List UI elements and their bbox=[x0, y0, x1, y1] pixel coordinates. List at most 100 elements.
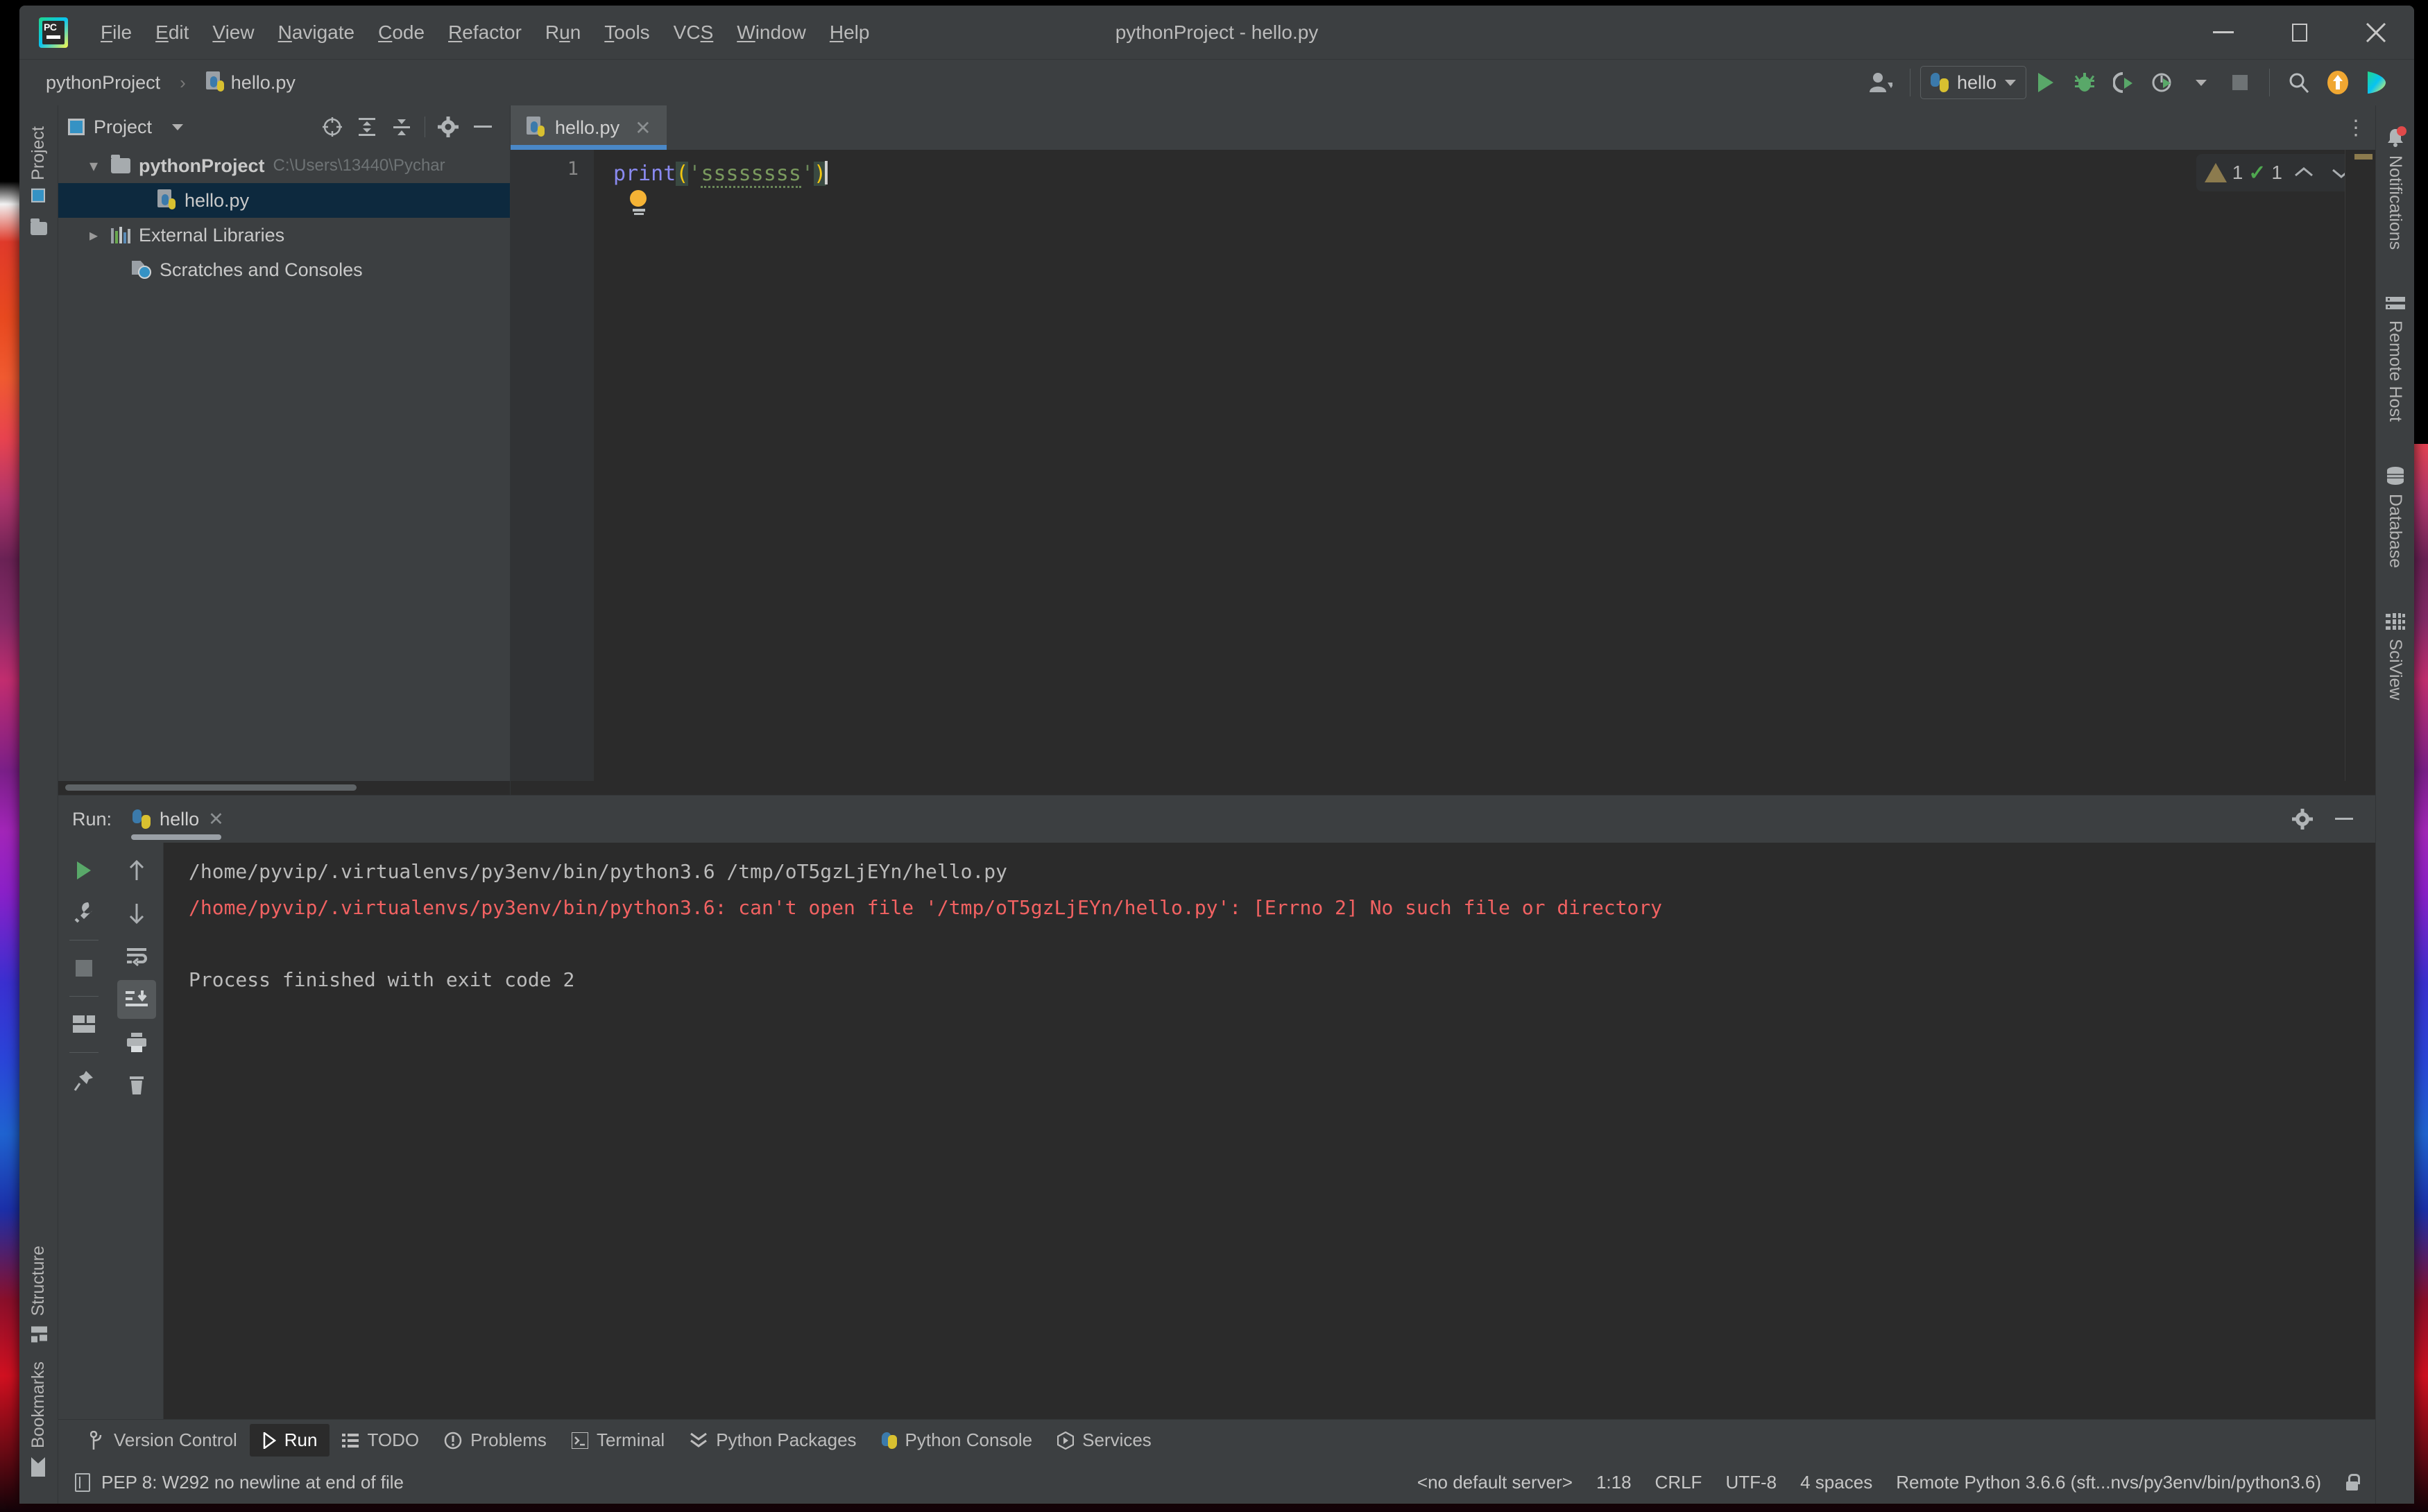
tool-window-button-python-packages[interactable]: Python Packages bbox=[677, 1424, 869, 1457]
close-icon[interactable]: ✕ bbox=[635, 117, 651, 139]
project-horizontal-scrollbar[interactable] bbox=[58, 781, 510, 795]
tool-window-button-folder[interactable] bbox=[30, 212, 47, 245]
run-panel-body: /home/pyvip/.virtualenvs/py3env/bin/pyth… bbox=[58, 843, 2375, 1419]
user-avatar-icon[interactable] bbox=[1861, 65, 1900, 101]
text-caret bbox=[825, 161, 828, 184]
menu-window[interactable]: Window bbox=[725, 17, 818, 48]
tool-window-button-python-console[interactable]: Python Console bbox=[869, 1424, 1045, 1457]
expand-all-icon[interactable] bbox=[350, 110, 384, 144]
tree-row-pythonproject[interactable]: ▾ pythonProject C:\Users\13440\Pychar bbox=[58, 148, 510, 183]
ide-feedback-icon[interactable] bbox=[2357, 65, 2396, 101]
folder-icon bbox=[30, 218, 47, 235]
editor-horizontal-scrollbar[interactable] bbox=[511, 781, 2375, 795]
chevron-right-icon[interactable]: ▸ bbox=[85, 225, 103, 246]
rerun-icon[interactable] bbox=[65, 851, 103, 890]
edit-configurations-icon[interactable] bbox=[65, 893, 103, 931]
profile-button[interactable] bbox=[2143, 65, 2182, 101]
tool-window-button-services[interactable]: Services bbox=[1045, 1424, 1164, 1457]
scroll-to-end-icon[interactable] bbox=[117, 980, 156, 1019]
breadcrumb-item-file[interactable]: hello.py bbox=[200, 69, 301, 96]
layout-icon[interactable] bbox=[65, 1005, 103, 1044]
status-indent[interactable]: 4 spaces bbox=[1800, 1472, 1872, 1493]
intention-bulb-icon[interactable] bbox=[630, 190, 648, 215]
down-arrow-icon[interactable] bbox=[117, 894, 156, 933]
tool-window-button-version-control[interactable]: Version Control bbox=[78, 1424, 250, 1457]
run-button[interactable] bbox=[2026, 65, 2065, 101]
tool-window-button-terminal[interactable]: Terminal bbox=[559, 1424, 677, 1457]
tool-window-button-run[interactable]: Run bbox=[249, 1424, 330, 1457]
code-string-literal: ssssssss bbox=[701, 162, 801, 188]
clear-all-icon[interactable] bbox=[117, 1066, 156, 1105]
warning-count: 1 bbox=[2232, 162, 2243, 183]
python-file-icon bbox=[157, 189, 176, 212]
tool-window-button-remote-host[interactable]: Remote Host bbox=[2385, 284, 2405, 431]
tool-window-button-notifications[interactable]: Notifications bbox=[2385, 118, 2406, 259]
soft-wrap-icon[interactable] bbox=[117, 937, 156, 976]
editor-and-project-split: Project ▾ pythonProject C:\Users\13440\P… bbox=[58, 105, 2375, 795]
run-tab-hello[interactable]: hello ✕ bbox=[126, 805, 231, 840]
run-panel-label: Run: bbox=[72, 808, 112, 830]
tree-row-hello-py[interactable]: hello.py bbox=[58, 183, 510, 218]
editor-options-icon[interactable]: ⋮ bbox=[2336, 105, 2375, 150]
chevron-down-icon[interactable]: ▾ bbox=[85, 156, 103, 176]
editor-error-stripe[interactable] bbox=[2345, 150, 2375, 781]
maximize-button[interactable] bbox=[2262, 6, 2338, 60]
tree-row-scratches[interactable]: Scratches and Consoles bbox=[58, 252, 510, 287]
menu-file[interactable]: File bbox=[89, 17, 144, 48]
status-caret-position[interactable]: 1:18 bbox=[1596, 1472, 1632, 1493]
tool-window-button-structure[interactable]: Structure bbox=[28, 1236, 49, 1352]
scroll-from-source-icon[interactable] bbox=[315, 110, 350, 144]
hide-panel-icon[interactable] bbox=[465, 110, 500, 144]
run-with-coverage-button[interactable] bbox=[2104, 65, 2143, 101]
warning-stripe-mark[interactable] bbox=[2354, 154, 2373, 160]
tool-window-button-bookmarks[interactable]: Bookmarks bbox=[28, 1352, 49, 1487]
run-console-output[interactable]: /home/pyvip/.virtualenvs/py3env/bin/pyth… bbox=[164, 843, 2375, 1419]
search-everywhere-icon[interactable] bbox=[2280, 65, 2318, 101]
editor-tab-label: hello.py bbox=[555, 117, 620, 138]
editor-tab-hello-py[interactable]: hello.py ✕ bbox=[511, 105, 667, 150]
editor-gutter: 1 bbox=[511, 150, 594, 781]
update-icon[interactable] bbox=[2318, 65, 2357, 101]
menu-refactor[interactable]: Refactor bbox=[436, 17, 533, 48]
code-text-area[interactable]: print('ssssssss') bbox=[594, 150, 2345, 781]
menu-help[interactable]: Help bbox=[818, 17, 882, 48]
breadcrumb-item-project[interactable]: pythonProject bbox=[40, 70, 166, 96]
print-icon[interactable] bbox=[117, 1023, 156, 1062]
project-panel-title[interactable]: Project bbox=[68, 117, 184, 138]
minimize-icon[interactable] bbox=[2327, 802, 2361, 836]
gear-icon[interactable] bbox=[2285, 802, 2320, 836]
lock-icon[interactable] bbox=[2345, 1474, 2360, 1490]
debug-button[interactable] bbox=[2065, 65, 2104, 101]
status-encoding[interactable]: UTF-8 bbox=[1725, 1472, 1777, 1493]
minimize-button[interactable] bbox=[2185, 6, 2262, 60]
tool-window-button-project[interactable]: Project bbox=[28, 117, 49, 212]
tool-window-label-sciview: SciView bbox=[2386, 639, 2405, 701]
close-icon[interactable]: ✕ bbox=[208, 809, 224, 830]
menu-run[interactable]: Run bbox=[533, 17, 592, 48]
pin-tab-icon[interactable] bbox=[65, 1061, 103, 1100]
status-line-separator[interactable]: CRLF bbox=[1655, 1472, 1702, 1493]
menu-navigate[interactable]: Navigate bbox=[266, 17, 367, 48]
collapse-all-icon[interactable] bbox=[384, 110, 419, 144]
stop-button[interactable] bbox=[2221, 65, 2259, 101]
menu-edit[interactable]: Edit bbox=[144, 17, 200, 48]
close-button[interactable] bbox=[2338, 6, 2414, 60]
menu-tools[interactable]: Tools bbox=[592, 17, 661, 48]
profile-dropdown[interactable] bbox=[2182, 65, 2221, 101]
tree-row-external-libraries[interactable]: ▸ External Libraries bbox=[58, 218, 510, 252]
stop-icon[interactable] bbox=[65, 949, 103, 988]
menu-code[interactable]: Code bbox=[366, 17, 436, 48]
up-arrow-icon[interactable] bbox=[117, 851, 156, 890]
tool-window-button-database[interactable]: Database bbox=[2385, 456, 2405, 578]
gear-icon[interactable] bbox=[431, 110, 465, 144]
tool-window-button-todo[interactable]: TODO bbox=[330, 1424, 431, 1457]
tree-label-pythonproject: pythonProject bbox=[139, 155, 265, 176]
status-interpreter[interactable]: Remote Python 3.6.6 (sft...nvs/py3env/bi… bbox=[1896, 1472, 2321, 1493]
tool-window-button-problems[interactable]: Problems bbox=[431, 1424, 559, 1457]
status-server[interactable]: <no default server> bbox=[1417, 1472, 1573, 1493]
menu-view[interactable]: View bbox=[200, 17, 266, 48]
tool-window-button-sciview[interactable]: SciView bbox=[2385, 603, 2405, 710]
menu-vcs[interactable]: VCS bbox=[662, 17, 726, 48]
run-configuration-selector[interactable]: hello bbox=[1920, 66, 2026, 99]
previous-highlight-icon[interactable] bbox=[2288, 158, 2320, 187]
